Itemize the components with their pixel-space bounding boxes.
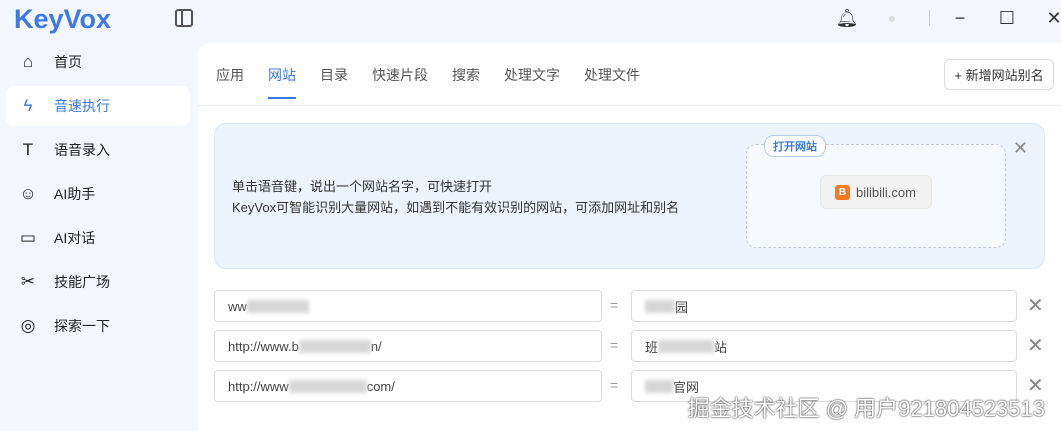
url-text: n/	[370, 338, 382, 354]
main-panel: 应用 网站 目录 快速片段 搜索 处理文字 处理文件 + 新增网站别名 单击语音…	[198, 43, 1061, 431]
tab-search[interactable]: 搜索	[452, 65, 480, 99]
tab-bar: 应用 网站 目录 快速片段 搜索 处理文字 处理文件	[216, 65, 640, 99]
banner-text: 单击语音键，说出一个网站名字，可快速打开 KeyVox可智能识别大量网站，如遇到…	[232, 176, 679, 218]
sidebar-item-label: 首页	[54, 54, 82, 70]
tools-icon: ✂	[20, 272, 36, 291]
alias-row: http://www.b n/ = 班站 ✕	[214, 330, 1054, 362]
redacted	[288, 379, 367, 393]
explore-icon: ◎	[20, 316, 36, 335]
site-name: bilibili.com	[856, 184, 916, 200]
redacted	[246, 299, 309, 313]
tab-snippets[interactable]: 快速片段	[372, 65, 428, 99]
sidebar-item-ai-chat[interactable]: ▭ AI对话	[6, 218, 190, 258]
tab-apps[interactable]: 应用	[216, 65, 244, 99]
banner-line-1: 单击语音键，说出一个网站名字，可快速打开	[232, 179, 493, 194]
tab-process-text[interactable]: 处理文字	[504, 65, 560, 99]
sidebar-item-voice-input[interactable]: T 语音录入	[6, 130, 190, 170]
equals-sign: =	[610, 337, 619, 353]
alias-text: 站	[714, 339, 728, 355]
sidebar-item-label: 探索一下	[54, 318, 110, 334]
sidebar-item-label: 技能广场	[54, 274, 110, 290]
app-logo: KeyVox	[14, 4, 112, 34]
open-website-pill: 打开网站	[764, 135, 826, 157]
divider	[929, 10, 930, 26]
text-icon: T	[22, 140, 34, 159]
info-banner: 单击语音键，说出一个网站名字，可快速打开 KeyVox可智能识别大量网站，如遇到…	[214, 123, 1045, 269]
url-input[interactable]: http://www com/	[214, 370, 602, 402]
sidebar-toggle-icon[interactable]	[175, 9, 193, 27]
bell-icon[interactable]: 🔔︎	[836, 6, 859, 30]
sidebar-item-voice-exec[interactable]: ϟ 音速执行	[6, 86, 190, 126]
url-text: com/	[366, 378, 395, 394]
tab-directory[interactable]: 目录	[320, 65, 348, 99]
url-text: http://www.b	[228, 338, 299, 354]
alias-input[interactable]: 园	[631, 290, 1017, 322]
remove-row-icon[interactable]: ✕	[1027, 293, 1044, 318]
alias-text: 班	[645, 339, 659, 355]
sidebar-item-label: AI对话	[54, 230, 96, 246]
redacted	[298, 339, 371, 353]
minimize-button[interactable]: −	[950, 6, 970, 30]
sidebar-item-label: 音速执行	[54, 98, 110, 114]
url-text: ww	[228, 298, 247, 314]
sidebar-item-skills[interactable]: ✂ 技能广场	[6, 262, 190, 302]
tab-process-file[interactable]: 处理文件	[584, 65, 640, 99]
alias-text: 园	[675, 299, 689, 315]
sidebar-item-home[interactable]: ⌂ 首页	[6, 42, 190, 82]
demo-illustration: 打开网站 Bbilibili.com	[746, 135, 1006, 248]
url-input[interactable]: ww	[214, 290, 602, 322]
sidebar-item-ai-assistant[interactable]: ☺ AI助手	[6, 174, 190, 214]
banner-close-icon[interactable]: ✕	[1013, 138, 1028, 159]
robot-icon: ☺	[19, 184, 37, 203]
url-text: http://www	[228, 378, 289, 394]
banner-line-2: KeyVox可智能识别大量网站，如遇到不能有效识别的网站，可添加网址和别名	[232, 200, 680, 215]
equals-sign: =	[610, 377, 619, 393]
sidebar-item-explore[interactable]: ◎ 探索一下	[6, 306, 190, 346]
divider	[198, 105, 1061, 106]
alias-row: ww = 园 ✕	[214, 290, 1054, 322]
redacted	[658, 339, 715, 353]
equals-sign: =	[610, 297, 619, 313]
remove-row-icon[interactable]: ✕	[1027, 333, 1044, 358]
close-button[interactable]: ✕	[1044, 6, 1061, 30]
sidebar-item-label: AI助手	[54, 186, 96, 202]
alias-input[interactable]: 班站	[631, 330, 1017, 362]
bilibili-icon: B	[835, 184, 850, 200]
site-chip: Bbilibili.com	[820, 175, 932, 209]
maximize-button[interactable]: ☐	[996, 6, 1018, 30]
tab-websites[interactable]: 网站	[268, 65, 296, 99]
chat-icon: ▭	[19, 228, 37, 247]
bolt-icon: ϟ	[23, 96, 33, 115]
watermark: 掘金技术社区 @ 用户921804523513	[687, 396, 1045, 421]
redacted	[645, 379, 673, 393]
add-website-alias-button[interactable]: + 新增网站别名	[944, 59, 1054, 90]
redacted	[645, 299, 675, 313]
sidebar-item-label: 语音录入	[54, 142, 110, 158]
url-input[interactable]: http://www.b n/	[214, 330, 602, 362]
status-icon[interactable]: ●	[882, 6, 902, 30]
home-icon: ⌂	[22, 52, 34, 71]
